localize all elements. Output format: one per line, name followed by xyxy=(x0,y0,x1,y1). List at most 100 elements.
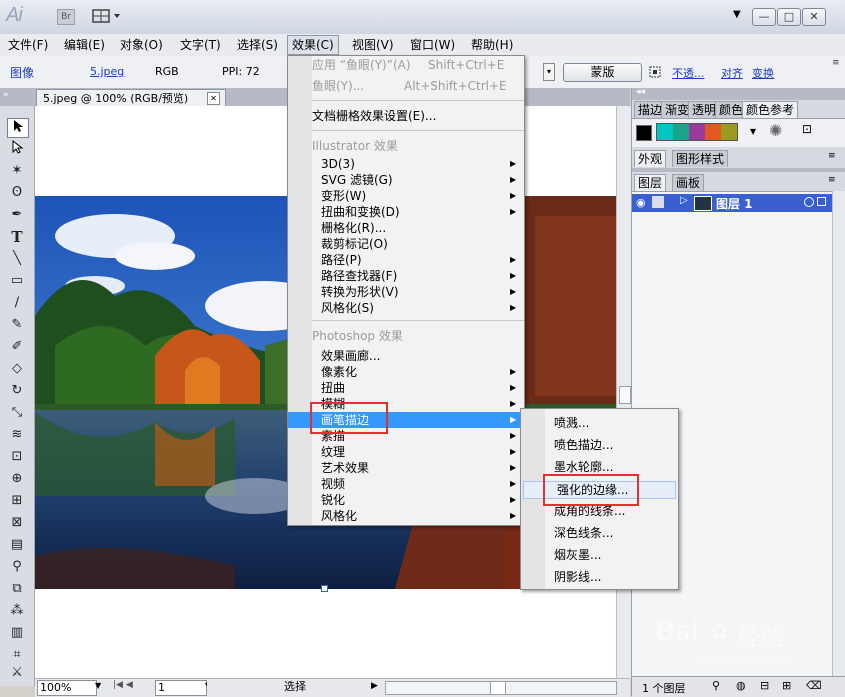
menu-item-illustrator-0[interactable]: 3D(3) ▶ xyxy=(288,156,524,172)
scale-tool-icon[interactable]: ⤡ xyxy=(7,404,27,422)
clipping-mask-icon[interactable]: ◍ xyxy=(736,679,746,692)
new-sublayer-icon[interactable]: ⊟ xyxy=(760,679,769,692)
lasso-tool-icon[interactable]: ʘ xyxy=(7,184,27,202)
menu-item-photoshop-1[interactable]: 像素化 ▶ xyxy=(288,364,524,380)
direct-selection-tool-icon[interactable] xyxy=(7,139,27,158)
first-page-icon[interactable]: |◀ ◀ xyxy=(113,680,133,690)
document-tab[interactable]: 5.jpeg @ 100% (RGB/预览) ✕ xyxy=(36,89,226,107)
locate-object-icon[interactable]: ⚲ xyxy=(712,679,720,692)
expand-triangle-icon[interactable]: ▷ xyxy=(680,195,688,206)
swatch-5[interactable] xyxy=(721,124,737,140)
menu-item-photoshop-8[interactable]: 视频 ▶ xyxy=(288,476,524,492)
menu-object[interactable]: 对象(O) xyxy=(116,36,167,54)
menu-item-photoshop-10[interactable]: 风格化 ▶ xyxy=(288,508,524,524)
swatch-2[interactable] xyxy=(673,124,689,140)
tab-artboards[interactable]: 画板 xyxy=(672,174,705,191)
visibility-eye-icon[interactable]: ◉ xyxy=(636,196,646,209)
submenu-item-6[interactable]: 烟灰墨... xyxy=(521,547,678,563)
status-menu-arrow-icon[interactable]: ▶ xyxy=(371,681,378,691)
selection-square-icon[interactable] xyxy=(817,197,826,206)
collapse-arrows-icon[interactable]: » xyxy=(3,90,9,100)
shape-builder-tool-icon[interactable]: ⊕ xyxy=(7,470,27,488)
menu-help[interactable]: 帮助(H) xyxy=(467,36,517,54)
linked-file-link[interactable]: 5.jpeg xyxy=(90,65,124,78)
pen-tool-icon[interactable]: ✒ xyxy=(7,206,27,224)
hscroll-thumb[interactable] xyxy=(490,682,506,694)
minimize-button[interactable]: — xyxy=(752,8,776,26)
rotate-tool-icon[interactable]: ↻ xyxy=(7,382,27,400)
submenu-item-2[interactable]: 墨水轮廓... xyxy=(521,459,678,475)
bridge-button[interactable]: Br xyxy=(57,9,75,25)
arrange-documents-button[interactable] xyxy=(92,8,122,24)
mask-button[interactable]: 蒙版 xyxy=(563,63,642,82)
submenu-item-7[interactable]: 阴影线... xyxy=(521,569,678,585)
menu-item-illustrator-2[interactable]: 变形(W) ▶ xyxy=(288,188,524,204)
page-number-field[interactable]: 1 xyxy=(155,680,207,696)
lock-toggle[interactable] xyxy=(652,196,664,208)
menu-effect[interactable]: 效果(C) xyxy=(287,35,339,55)
layers-panel-menu-icon[interactable]: ≡ xyxy=(828,175,836,185)
menu-type[interactable]: 文字(T) xyxy=(176,36,225,54)
menu-item-illustrator-6[interactable]: 路径(P) ▶ xyxy=(288,252,524,268)
workspace-dropdown-arrow[interactable]: ▼ xyxy=(733,9,741,20)
menu-item-last-effect[interactable]: 鱼眼(Y)... Alt+Shift+Ctrl+E xyxy=(288,78,524,94)
layer-row[interactable]: ◉ ▷ 图层 1 xyxy=(632,194,832,212)
align-link[interactable]: 对齐 xyxy=(721,65,743,81)
perspective-grid-tool-icon[interactable]: ⊞ xyxy=(7,492,27,510)
tab-color-guide[interactable]: 颜色参考 xyxy=(742,101,799,118)
new-layer-icon[interactable]: ⊞ xyxy=(782,679,791,692)
layer-name[interactable]: 图层 1 xyxy=(716,195,753,212)
opacity-link[interactable]: 不透... xyxy=(672,65,705,81)
selection-handle[interactable] xyxy=(321,585,328,592)
rectangle-tool-icon[interactable]: ▭ xyxy=(7,272,27,290)
menu-item-photoshop-0[interactable]: 效果画廊... xyxy=(288,348,524,364)
line-tool-icon[interactable]: ╲ xyxy=(7,250,27,268)
menu-edit[interactable]: 编辑(E) xyxy=(60,36,109,54)
zoom-level-field[interactable]: 100% xyxy=(37,680,97,696)
harmony-dropdown-icon[interactable]: ▼ xyxy=(750,127,756,136)
menu-item-raster-settings[interactable]: 文档栅格效果设置(E)... xyxy=(288,108,524,124)
submenu-item-0[interactable]: 喷溅... xyxy=(521,415,678,431)
menu-item-illustrator-7[interactable]: 路径查找器(F) ▶ xyxy=(288,268,524,284)
menu-window[interactable]: 窗口(W) xyxy=(406,36,459,54)
submenu-item-5[interactable]: 深色线条... xyxy=(521,525,678,541)
menu-file[interactable]: 文件(F) xyxy=(4,36,52,54)
tab-appearance[interactable]: 外观 xyxy=(634,150,667,167)
menu-item-illustrator-1[interactable]: SVG 滤镜(G) ▶ xyxy=(288,172,524,188)
menu-item-photoshop-9[interactable]: 锐化 ▶ xyxy=(288,492,524,508)
submenu-item-1[interactable]: 喷色描边... xyxy=(521,437,678,453)
swatch-4[interactable] xyxy=(705,124,721,140)
zoom-dropdown-icon[interactable]: ▼ xyxy=(95,681,101,690)
slice-tool-icon[interactable]: ⚔ xyxy=(7,664,27,682)
artboard-tool-icon[interactable]: ⌗ xyxy=(7,646,27,664)
dropdown-arrow-icon[interactable]: ▾ xyxy=(543,63,555,81)
blob-brush-tool-icon[interactable]: ✐ xyxy=(7,338,27,356)
paintbrush-tool-icon[interactable]: ∕ xyxy=(7,294,27,312)
menu-select[interactable]: 选择(S) xyxy=(233,36,282,54)
menu-item-illustrator-3[interactable]: 扭曲和变换(D) ▶ xyxy=(288,204,524,220)
save-color-group-icon[interactable]: ⊡ xyxy=(802,122,812,136)
pencil-tool-icon[interactable]: ✎ xyxy=(7,316,27,334)
close-window-button[interactable]: ✕ xyxy=(802,8,826,26)
appearance-panel-menu-icon[interactable]: ≡ xyxy=(828,151,836,161)
layers-scrollbar[interactable] xyxy=(832,191,845,676)
transform-link[interactable]: 变换 xyxy=(752,65,774,81)
free-transform-tool-icon[interactable]: ⊡ xyxy=(7,448,27,466)
gradient-tool-icon[interactable]: ▤ xyxy=(7,536,27,554)
color-wheel-icon[interactable]: ✺ xyxy=(769,121,782,140)
type-tool-icon[interactable]: T xyxy=(7,228,27,246)
close-tab-icon[interactable]: ✕ xyxy=(207,92,220,105)
menu-item-apply-last[interactable]: 应用 “鱼眼(Y)”(A) Shift+Ctrl+E xyxy=(288,57,524,73)
blend-tool-icon[interactable]: ⧉ xyxy=(7,580,27,598)
menu-item-photoshop-2[interactable]: 扭曲 ▶ xyxy=(288,380,524,396)
menu-item-photoshop-7[interactable]: 艺术效果 ▶ xyxy=(288,460,524,476)
eraser-tool-icon[interactable]: ◇ xyxy=(7,360,27,378)
menu-view[interactable]: 视图(V) xyxy=(348,36,398,54)
warp-tool-icon[interactable]: ≋ xyxy=(7,426,27,444)
base-color-swatch[interactable] xyxy=(636,125,652,141)
harmony-swatch-strip[interactable] xyxy=(656,123,738,141)
mesh-tool-icon[interactable]: ⊠ xyxy=(7,514,27,532)
select-similar-icon[interactable] xyxy=(649,66,661,78)
target-circle-icon[interactable] xyxy=(804,197,814,207)
delete-layer-icon[interactable]: ⌫ xyxy=(806,679,822,692)
